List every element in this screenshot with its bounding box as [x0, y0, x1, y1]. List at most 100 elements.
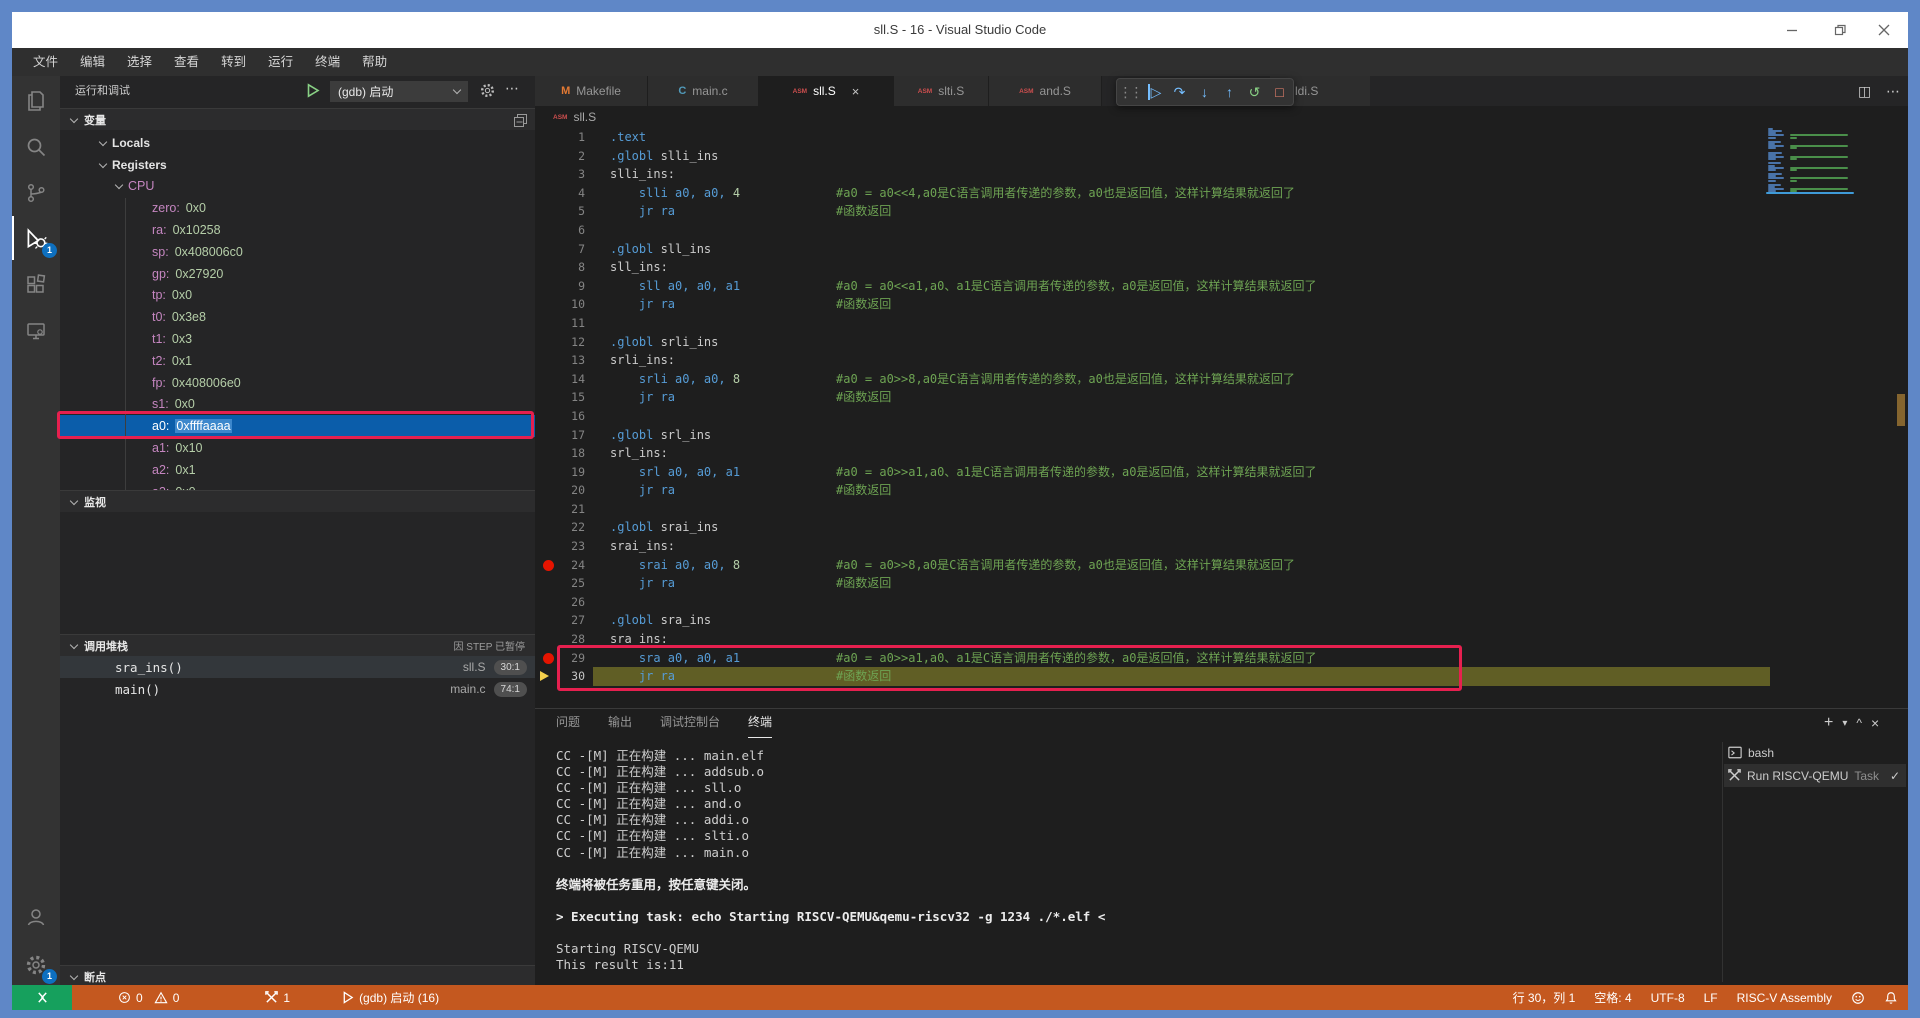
continue-button[interactable]: ▷ — [1142, 84, 1167, 101]
register-row-a1[interactable]: a1:0x10 — [60, 437, 535, 459]
register-row-zero[interactable]: zero:0x0 — [60, 197, 535, 219]
close-panel-button[interactable]: × — [1871, 715, 1879, 731]
terminal-output[interactable]: CC -[M] 正在构建 ... main.elfCC -[M] 正在构建 ..… — [556, 748, 1706, 973]
code-line-11[interactable]: 11 — [535, 314, 1908, 333]
code-line-29[interactable]: 29 sra a0, a0, a1#a0 = a0>>a1,a0、a1是C语言调… — [535, 649, 1908, 668]
code-line-7[interactable]: 7.globl sll_ins — [535, 240, 1908, 259]
code-line-30[interactable]: 30 jr ra#函数返回 — [535, 667, 1908, 686]
minimap[interactable] — [1766, 128, 1856, 218]
minimize-button[interactable] — [1772, 12, 1812, 48]
remote-indicator[interactable] — [12, 985, 72, 1010]
start-debug-button[interactable] — [306, 83, 320, 98]
tree-item-Registers[interactable]: Registers — [60, 154, 535, 176]
code-line-9[interactable]: 9 sll a0, a0, a1#a0 = a0<<a1,a0、a1是C语言调用… — [535, 277, 1908, 296]
step-out-button[interactable]: ↑ — [1217, 84, 1242, 100]
variables-section-header[interactable]: 变量 — [60, 108, 535, 130]
code-line-15[interactable]: 15 jr ra#函数返回 — [535, 388, 1908, 407]
tree-item-CPU[interactable]: CPU — [60, 176, 535, 198]
code-line-19[interactable]: 19 srl a0, a0, a1#a0 = a0>>a1,a0、a1是C语言调… — [535, 463, 1908, 482]
problems-indicator[interactable]: 0 0 — [118, 985, 179, 1010]
tab-slti.S[interactable]: ASMslti.S — [894, 76, 989, 106]
code-line-28[interactable]: 28sra_ins: — [535, 630, 1908, 649]
tab-main.c[interactable]: Cmain.c — [648, 76, 759, 106]
close-button[interactable] — [1864, 12, 1904, 48]
account-button[interactable] — [12, 900, 60, 934]
code-line-8[interactable]: 8sll_ins: — [535, 258, 1908, 277]
encoding[interactable]: UTF-8 — [1651, 985, 1685, 1010]
maximize-panel-button[interactable]: ^ — [1856, 716, 1862, 730]
tree-item-Locals[interactable]: Locals — [60, 132, 535, 154]
terminal-dropdown-button[interactable]: ▾ — [1842, 718, 1847, 729]
code-line-27[interactable]: 27.globl sra_ins — [535, 611, 1908, 630]
register-row-tp[interactable]: tp:0x0 — [60, 285, 535, 307]
ports-indicator[interactable]: 1 — [265, 985, 290, 1010]
feedback-button[interactable] — [1851, 985, 1865, 1010]
split-editor-button[interactable]: ◫ — [1858, 83, 1871, 100]
step-into-button[interactable]: ↓ — [1192, 84, 1217, 100]
code-line-26[interactable]: 26 — [535, 593, 1908, 612]
notifications-button[interactable] — [1884, 985, 1898, 1010]
code-line-23[interactable]: 23srai_ins: — [535, 537, 1908, 556]
register-row-a2[interactable]: a2:0x1 — [60, 459, 535, 481]
register-row-a0[interactable]: a0:0xffffaaaa — [60, 415, 535, 437]
new-terminal-button[interactable]: + — [1824, 714, 1833, 732]
register-row-ra[interactable]: ra:0x10258 — [60, 219, 535, 241]
tab-Makefile[interactable]: MMakefile — [535, 76, 648, 106]
remote-explorer-button[interactable] — [12, 314, 60, 348]
menu-item-文件[interactable]: 文件 — [22, 48, 69, 76]
breadcrumb[interactable]: ASM sll.S — [535, 106, 1908, 128]
code-line-17[interactable]: 17.globl srl_ins — [535, 426, 1908, 445]
terminal-list-item-task[interactable]: Run RISCV-QEMU Task ✓ — [1724, 764, 1906, 787]
breakpoints-section-header[interactable]: 断点 — [60, 965, 535, 987]
run-and-debug-button[interactable]: 1 — [12, 222, 60, 256]
menu-item-转到[interactable]: 转到 — [210, 48, 257, 76]
code-line-4[interactable]: 4 slli a0, a0, 4#a0 = a0<<4,a0是C语言调用者传递的… — [535, 184, 1908, 203]
code-line-21[interactable]: 21 — [535, 500, 1908, 519]
search-button[interactable] — [12, 130, 60, 164]
menu-item-运行[interactable]: 运行 — [257, 48, 304, 76]
menu-item-查看[interactable]: 查看 — [163, 48, 210, 76]
restore-button[interactable] — [1820, 12, 1860, 48]
extensions-button[interactable] — [12, 268, 60, 302]
close-tab-icon[interactable]: × — [852, 84, 860, 99]
code-line-3[interactable]: 3slli_ins: — [535, 165, 1908, 184]
debug-settings-button[interactable] — [479, 82, 496, 99]
menu-item-帮助[interactable]: 帮助 — [351, 48, 398, 76]
source-control-button[interactable] — [12, 176, 60, 210]
code-line-25[interactable]: 25 jr ra#函数返回 — [535, 574, 1908, 593]
step-over-button[interactable]: ↷ — [1167, 84, 1192, 101]
callstack-section-header[interactable]: 调用堆栈 因 STEP 已暂停 — [60, 634, 535, 656]
tab-sll.S[interactable]: ASMsll.S× — [759, 76, 894, 106]
code-line-16[interactable]: 16 — [535, 407, 1908, 426]
editor-more-actions-button[interactable]: ⋯ — [1886, 83, 1900, 100]
register-row-a3[interactable]: a3:0x0 — [60, 481, 535, 490]
register-row-t0[interactable]: t0:0x3e8 — [60, 306, 535, 328]
code-line-12[interactable]: 12.globl srli_ins — [535, 333, 1908, 352]
cursor-position[interactable]: 行 30，列 1 — [1513, 985, 1576, 1010]
terminal-list-item-bash[interactable]: bash — [1724, 741, 1906, 764]
indentation[interactable]: 空格: 4 — [1594, 985, 1631, 1010]
debug-session-indicator[interactable]: (gdb) 启动 (16) — [342, 985, 439, 1010]
code-line-5[interactable]: 5 jr ra#函数返回 — [535, 202, 1908, 221]
code-editor[interactable]: 1.text2.globl slli_ins3slli_ins:4 slli a… — [535, 128, 1908, 708]
menu-item-选择[interactable]: 选择 — [116, 48, 163, 76]
code-line-1[interactable]: 1.text — [535, 128, 1908, 147]
code-line-14[interactable]: 14 srli a0, a0, 8#a0 = a0>>8,a0是C语言调用者传递… — [535, 370, 1908, 389]
panel-tab-终端[interactable]: 终端 — [748, 708, 772, 738]
callstack-frame-main()[interactable]: main()main.c74:1 — [60, 678, 535, 700]
code-line-24[interactable]: 24 srai a0, a0, 8#a0 = a0>>8,a0是C语言调用者传递… — [535, 556, 1908, 575]
code-line-2[interactable]: 2.globl slli_ins — [535, 147, 1908, 166]
stop-button[interactable]: □ — [1267, 84, 1292, 100]
panel-tab-输出[interactable]: 输出 — [608, 708, 632, 738]
tab-and.S[interactable]: ASMand.S — [989, 76, 1102, 106]
register-row-gp[interactable]: gp:0x27920 — [60, 263, 535, 285]
code-line-18[interactable]: 18srl_ins: — [535, 444, 1908, 463]
code-line-22[interactable]: 22.globl srai_ins — [535, 518, 1908, 537]
eol-sequence[interactable]: LF — [1704, 985, 1718, 1010]
panel-tab-问题[interactable]: 问题 — [556, 708, 580, 738]
register-row-fp[interactable]: fp:0x408006e0 — [60, 372, 535, 394]
callstack-frame-sra_ins()[interactable]: sra_ins()sll.S30:1 — [60, 656, 535, 678]
explorer-button[interactable] — [12, 84, 60, 118]
code-line-10[interactable]: 10 jr ra#函数返回 — [535, 295, 1908, 314]
watch-section-header[interactable]: 监视 — [60, 490, 535, 512]
